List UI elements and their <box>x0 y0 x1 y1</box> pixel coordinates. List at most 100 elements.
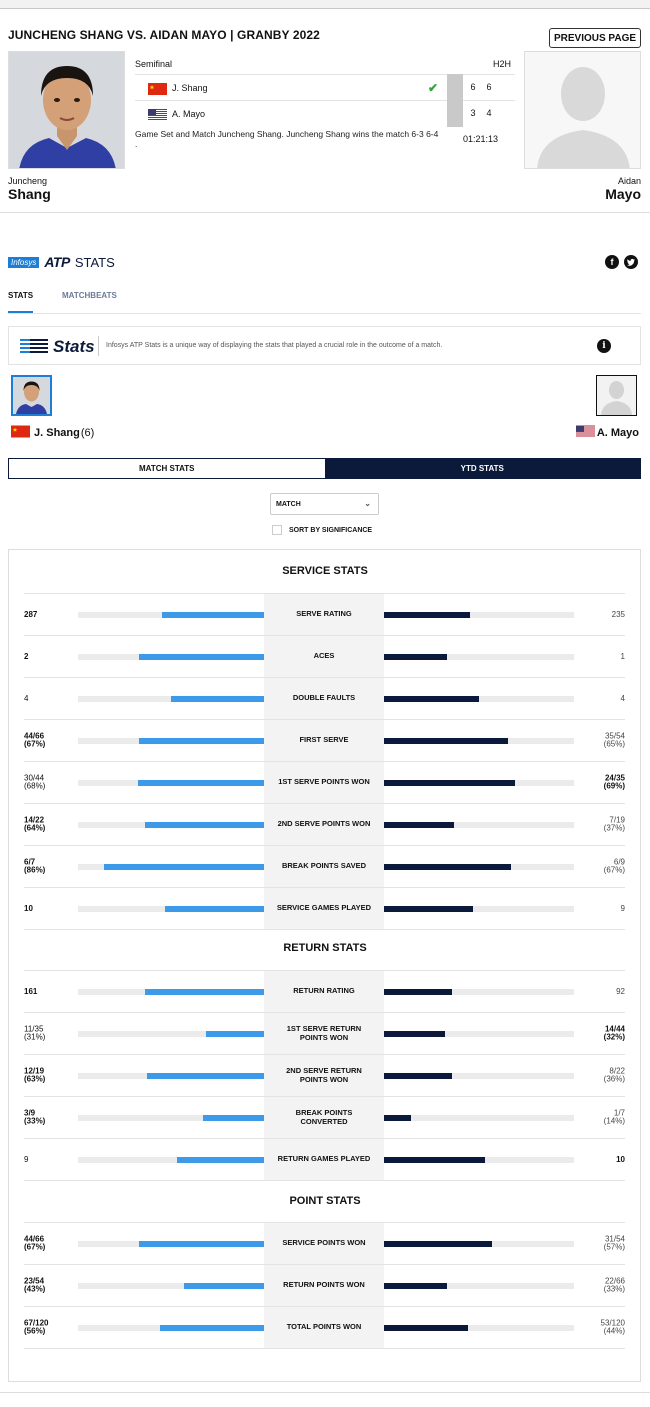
left-value: 30/44 (68%) <box>24 773 74 791</box>
left-bar-fill <box>206 1030 264 1037</box>
player-photo-mayo-placeholder[interactable] <box>524 51 641 169</box>
set-score: 3 <box>470 108 476 118</box>
right-bar-track <box>384 1156 574 1163</box>
left-bar-fill <box>139 653 264 660</box>
left-value-percent: (64%) <box>24 823 46 833</box>
previous-page-button[interactable]: PREVIOUS PAGE <box>549 28 641 48</box>
china-flag-icon <box>148 82 167 100</box>
stat-row: 44/66 (67%) SERVICE POINTS WON 31/54 (57%) <box>24 1223 625 1265</box>
twitter-icon[interactable] <box>624 255 638 269</box>
left-bar-fill <box>145 821 264 828</box>
winner-check-icon: ✔ <box>428 81 439 95</box>
right-value: 92 <box>575 987 625 996</box>
chevron-down-icon: ⌄ <box>364 499 371 508</box>
right-value: 7/19 (37%) <box>575 815 625 833</box>
stat-row: 11/35 (31%) 1ST SERVE RETURN POINTS WON 14/… <box>24 1013 625 1055</box>
right-bar-fill <box>384 1030 445 1037</box>
left-bar-track <box>78 863 264 870</box>
player-thumb-mayo[interactable] <box>596 375 637 416</box>
stat-label: 1ST SERVE POINTS WON <box>264 762 384 803</box>
right-bar-track <box>384 1324 574 1331</box>
right-bar-fill <box>384 1324 468 1331</box>
divider <box>98 336 99 356</box>
stat-label: DOUBLE FAULTS <box>264 678 384 719</box>
player-name[interactable]: J. Shang <box>34 427 80 439</box>
stat-row: 2 ACES 1 <box>24 636 625 678</box>
stat-row: 9 RETURN GAMES PLAYED 10 <box>24 1139 625 1181</box>
right-value: 24/35 (69%) <box>575 773 625 791</box>
left-value: 287 <box>24 610 74 619</box>
sort-checkbox[interactable] <box>272 525 282 535</box>
ytd-stats-button[interactable]: YTD STATS <box>324 459 640 478</box>
right-bar-fill <box>384 779 515 786</box>
info-icon[interactable]: i <box>597 339 611 353</box>
right-value-percent: (36%) <box>603 1074 625 1084</box>
left-bar-fill <box>171 695 264 702</box>
right-bar-fill <box>384 905 473 912</box>
top-bar <box>0 0 650 9</box>
right-bar-track <box>384 695 574 702</box>
left-bar-track <box>78 695 264 702</box>
player-name[interactable]: A. Mayo <box>172 109 205 119</box>
left-value: 6/7 (86%) <box>24 857 74 875</box>
left-value: 11/35 (31%) <box>24 1024 74 1042</box>
right-bar-track <box>384 863 574 870</box>
player-left-last-name[interactable]: Shang <box>8 186 51 202</box>
left-value: 9 <box>24 1155 74 1164</box>
right-bar-fill <box>384 1240 492 1247</box>
infosys-atp-stats-logo: Infosys ATP STATS <box>8 254 115 270</box>
right-bar-track <box>384 1282 574 1289</box>
left-value-percent: (67%) <box>24 739 46 749</box>
right-bar-track <box>384 653 574 660</box>
left-value-percent: (31%) <box>24 1032 46 1042</box>
right-value-main: 9 <box>620 903 625 913</box>
right-bar-track <box>384 611 574 618</box>
stats-logo: Stats <box>20 337 95 357</box>
right-value-main: 235 <box>611 609 625 619</box>
stat-label: 2ND SERVE POINTS WON <box>264 804 384 845</box>
player-right-last-name[interactable]: Mayo <box>605 186 641 202</box>
right-bar-track <box>384 1114 574 1121</box>
tab-matchbeats[interactable]: MATCHBEATS <box>62 291 117 300</box>
stat-row: 10 SERVICE GAMES PLAYED 9 <box>24 888 625 930</box>
set-score: 6 <box>486 82 492 92</box>
right-value: 9 <box>575 904 625 913</box>
left-value: 23/54 (43%) <box>24 1276 74 1294</box>
player-photo-shang[interactable] <box>8 51 125 169</box>
compare-player-right: A. Mayo <box>575 425 639 441</box>
left-value-main: 2 <box>24 651 29 661</box>
left-bar-fill <box>139 737 264 744</box>
facebook-icon[interactable]: f <box>605 255 619 269</box>
right-value-main: 10 <box>616 1154 625 1164</box>
left-value-percent: (86%) <box>24 865 46 875</box>
stats-period-select[interactable]: MATCH ⌄ <box>270 493 379 515</box>
player-thumb-shang[interactable] <box>11 375 52 416</box>
atp-logo: ATP <box>44 254 70 270</box>
china-flag-icon <box>11 425 30 441</box>
info-text: Infosys ATP Stats is a unique way of dis… <box>106 342 443 349</box>
stats-info-box: Stats Infosys ATP Stats is a unique way … <box>8 326 641 365</box>
right-value-main: 1 <box>620 651 625 661</box>
player-name[interactable]: J. Shang <box>172 83 208 93</box>
right-value-percent: (57%) <box>603 1242 625 1252</box>
right-value-percent: (14%) <box>603 1116 625 1126</box>
right-value: 235 <box>575 610 625 619</box>
left-value: 10 <box>24 904 74 913</box>
h2h-link[interactable]: H2H <box>493 59 511 69</box>
stat-label: 1ST SERVE RETURN POINTS WON <box>264 1013 384 1054</box>
usa-flag-icon <box>575 425 595 441</box>
tab-stats[interactable]: STATS <box>8 291 33 300</box>
stat-label: BREAK POINTS SAVED <box>264 846 384 887</box>
stat-row: 12/19 (63%) 2ND SERVE RETURN POINTS WON 8/2… <box>24 1055 625 1097</box>
match-stats-button[interactable]: MATCH STATS <box>9 459 325 478</box>
left-value: 3/9 (33%) <box>24 1108 74 1126</box>
left-bar-track <box>78 1240 264 1247</box>
left-value-main: 10 <box>24 903 33 913</box>
right-value: 8/22 (36%) <box>575 1066 625 1084</box>
sort-by-significance[interactable]: SORT BY SIGNIFICANCE <box>272 525 372 535</box>
right-value-percent: (37%) <box>603 823 625 833</box>
stat-row: 44/66 (67%) FIRST SERVE 35/54 (65%) <box>24 720 625 762</box>
player-name[interactable]: A. Mayo <box>597 427 639 439</box>
left-bar-track <box>78 1282 264 1289</box>
right-bar-track <box>384 988 574 995</box>
